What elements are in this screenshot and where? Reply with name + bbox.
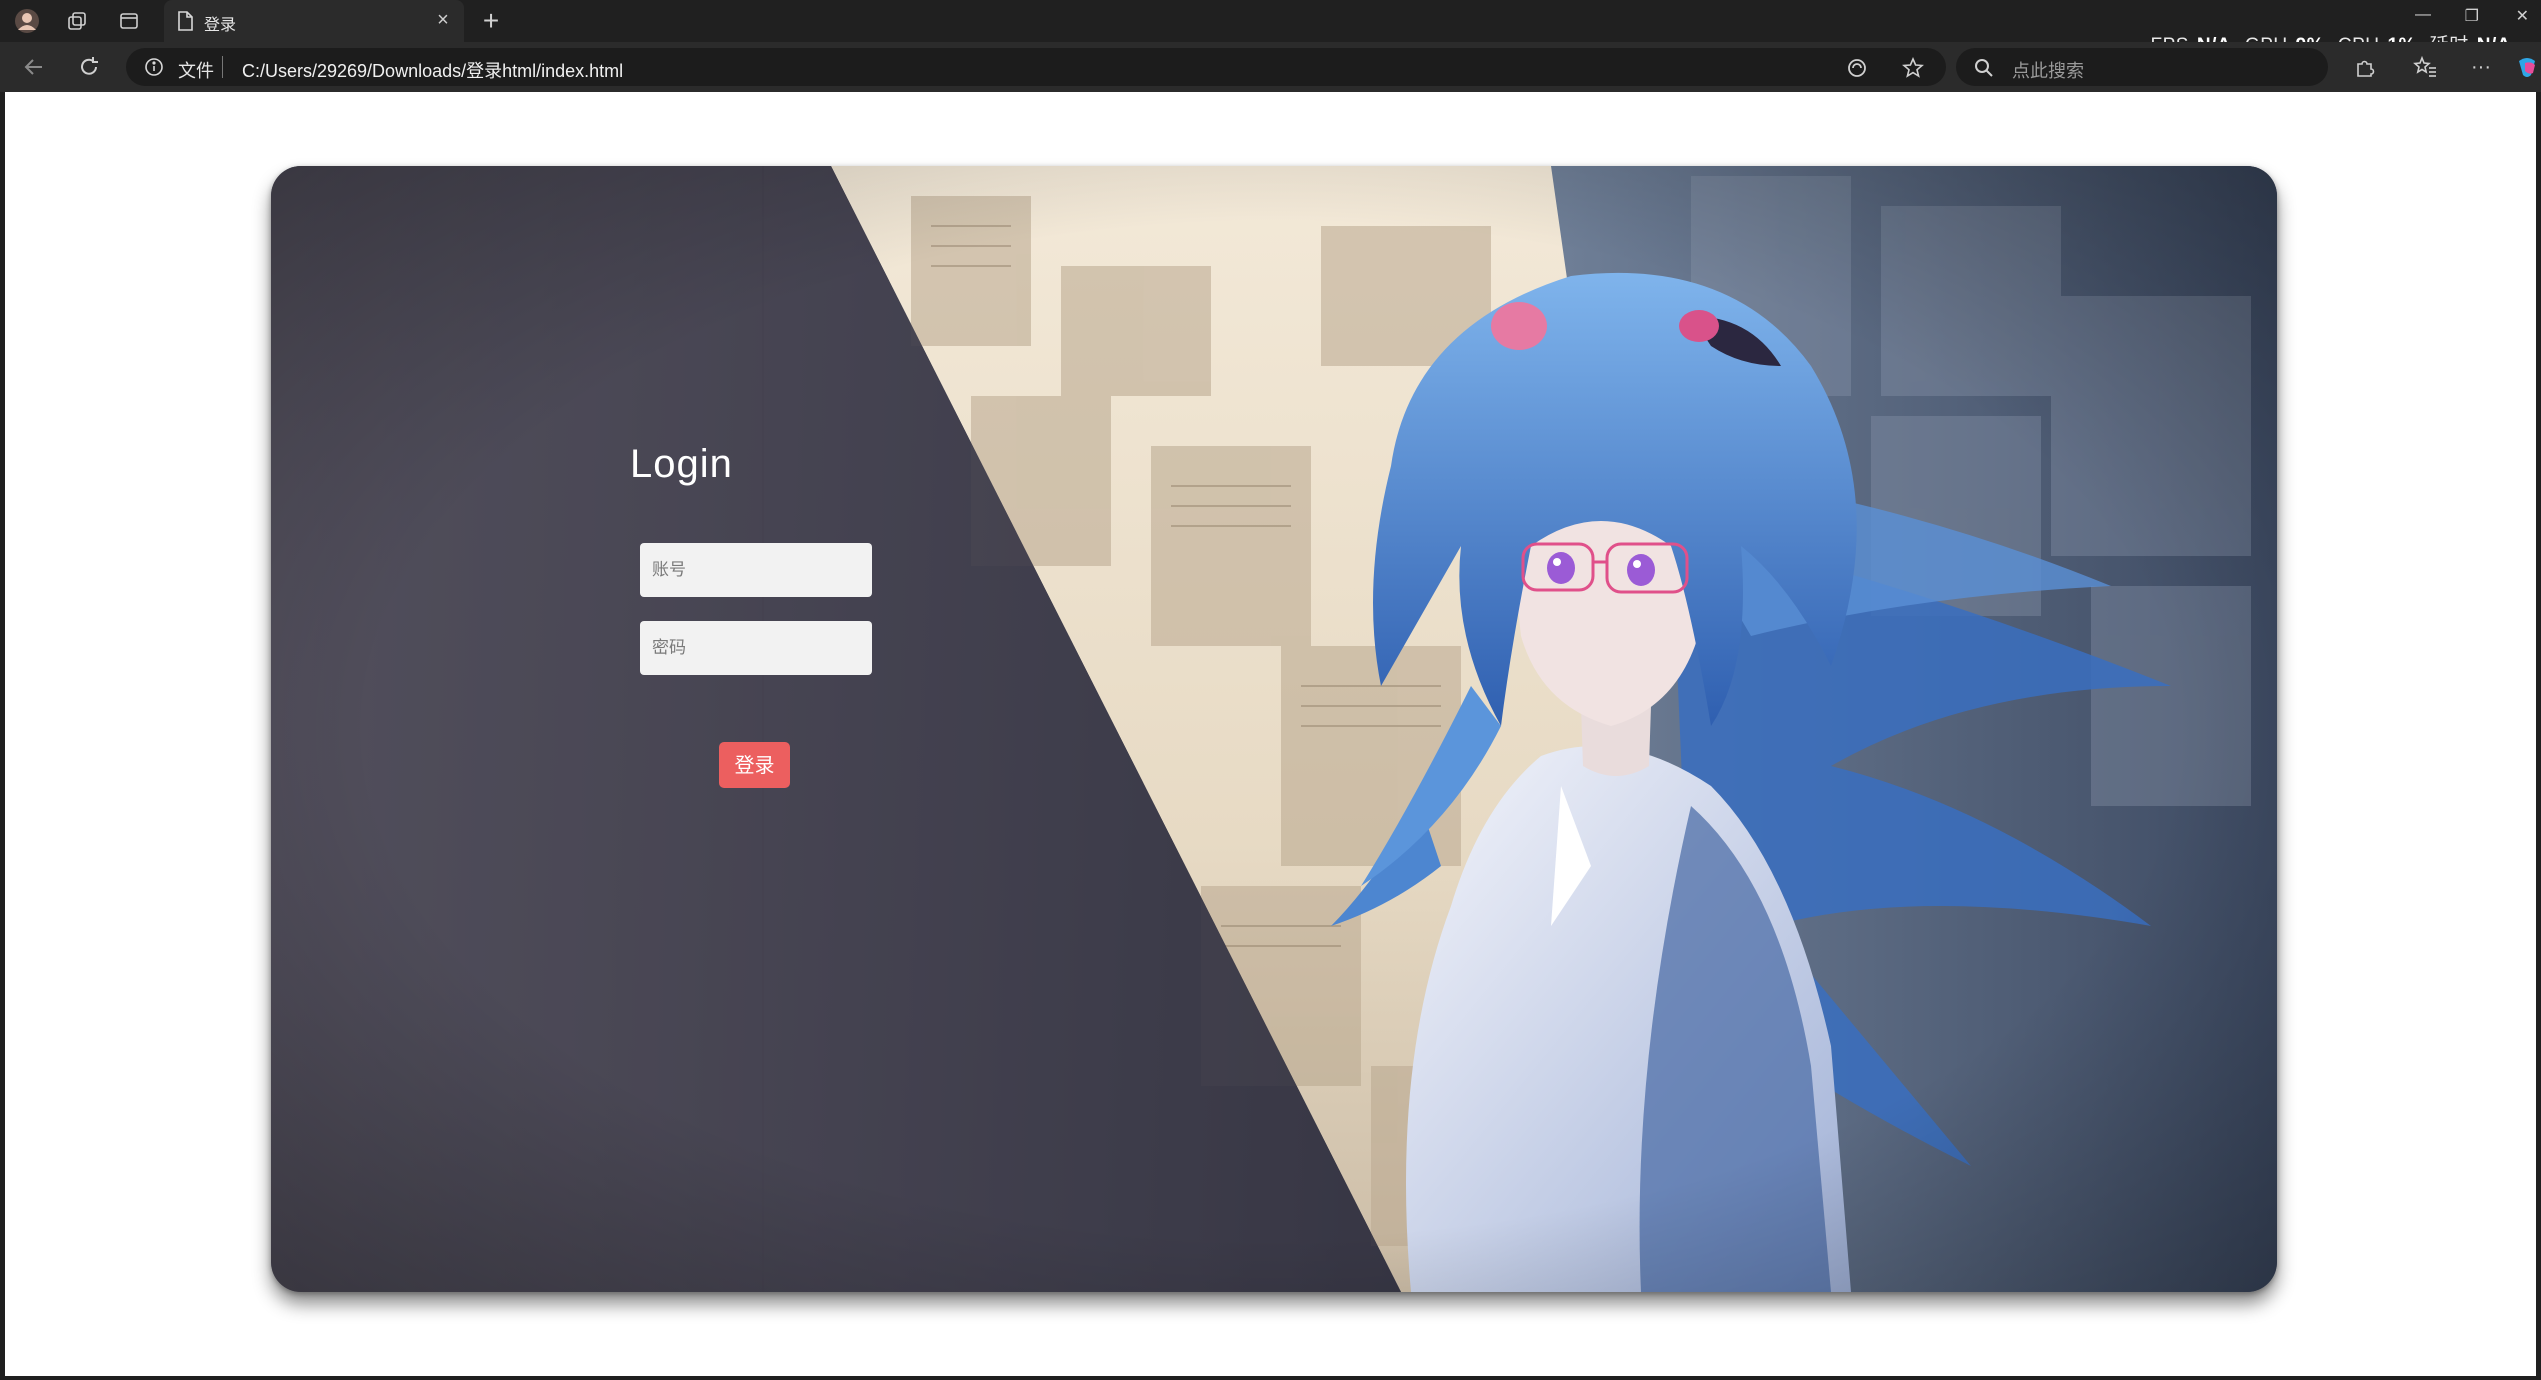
search-box[interactable]: 点此搜索 [1956, 48, 2328, 86]
favorite-star-icon[interactable] [1902, 56, 1924, 84]
address-divider [222, 56, 223, 78]
refresh-icon[interactable] [73, 52, 105, 82]
active-tab[interactable]: 登录 × [164, 0, 464, 42]
more-icon[interactable]: ··· [2466, 52, 2496, 82]
minimize-icon[interactable]: — [2415, 6, 2431, 24]
close-icon[interactable]: × [432, 9, 454, 31]
extensions-icon[interactable] [2350, 52, 2380, 82]
login-button[interactable]: 登录 [719, 742, 790, 788]
url-text[interactable]: C:/Users/29269/Downloads/登录html/index.ht… [242, 57, 623, 83]
username-input[interactable] [640, 543, 872, 597]
login-title: Login [630, 442, 733, 486]
favorites-icon[interactable] [2410, 52, 2440, 82]
tab-actions-icon[interactable] [114, 7, 144, 35]
login-card: Login 登录 [271, 166, 2277, 1292]
tab-title: 登录 [204, 17, 237, 34]
window-close-icon[interactable]: ✕ [2516, 6, 2529, 26]
address-bar[interactable]: 文件 C:/Users/29269/Downloads/登录html/index… [126, 48, 1946, 86]
anime-girl-background-illustration [271, 166, 2277, 1292]
search-icon [1974, 58, 1994, 83]
scheme-label: 文件 [178, 61, 214, 81]
browser-toolbar: 文件 C:/Users/29269/Downloads/登录html/index… [0, 42, 2541, 92]
profile-icon[interactable] [12, 7, 42, 35]
page-viewport: Login 登录 [5, 92, 2536, 1376]
read-aloud-icon[interactable] [1846, 57, 1868, 84]
workspaces-icon[interactable] [62, 7, 92, 35]
search-placeholder: 点此搜索 [2012, 61, 2084, 81]
restore-icon[interactable]: ❐ [2465, 6, 2479, 26]
plus-icon[interactable]: + [474, 6, 508, 36]
info-icon[interactable] [144, 57, 164, 82]
copilot-icon[interactable] [2512, 52, 2541, 82]
back-icon[interactable] [18, 52, 50, 82]
tab-strip: 登录 × + — ❐ ✕ FPSN/A GPU9% CPU1% 延时N/A [0, 0, 2541, 56]
password-input[interactable] [640, 621, 872, 675]
page-icon [176, 10, 194, 37]
